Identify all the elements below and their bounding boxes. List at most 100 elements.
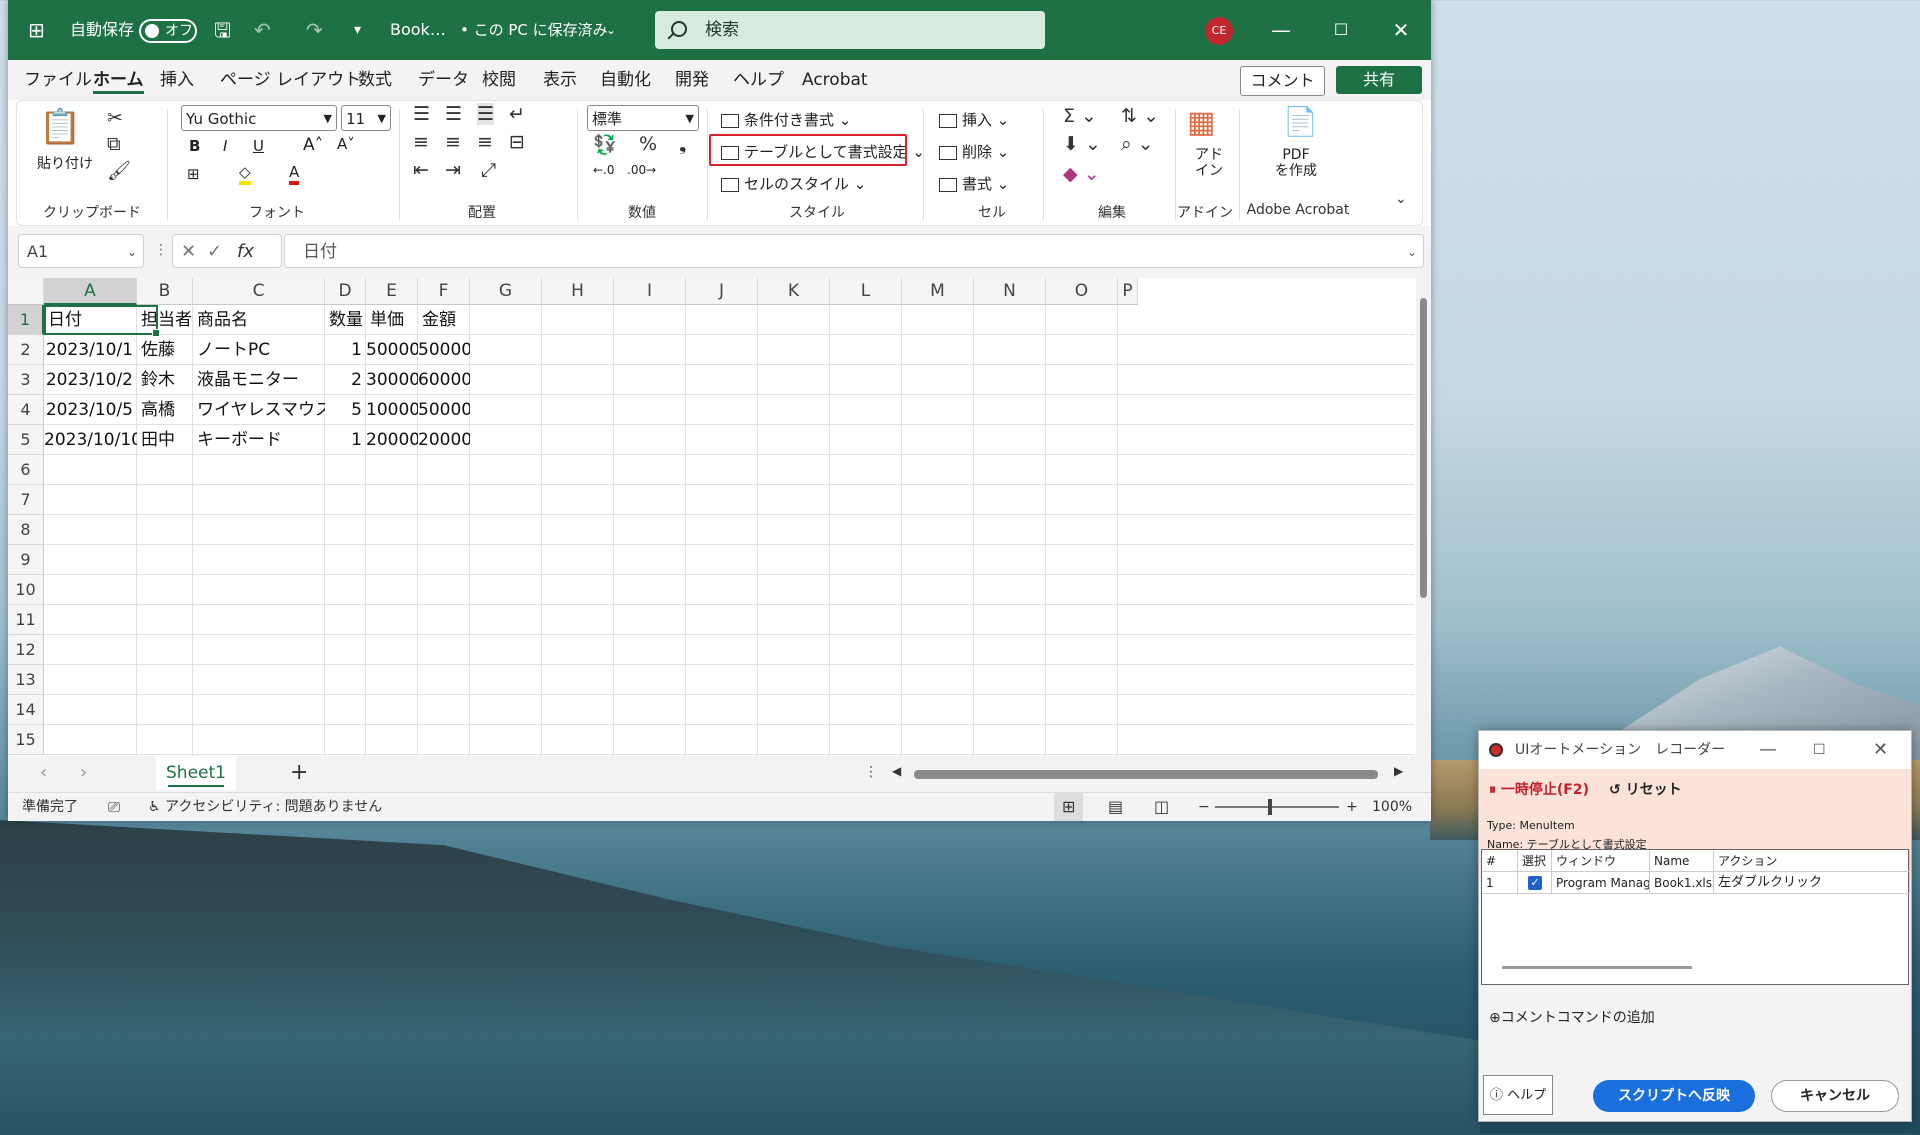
macro-record-icon[interactable]: ⎚ — [108, 793, 120, 821]
comma-icon[interactable]: ❟ — [679, 133, 686, 155]
decrease-font-icon[interactable]: A˅ — [337, 135, 355, 153]
scrollbar-thumb[interactable] — [1420, 298, 1427, 598]
increase-decimal-icon[interactable]: ←.0 — [593, 163, 615, 177]
save-icon[interactable]: 🖫 — [214, 0, 231, 60]
add-sheet-button[interactable]: + — [290, 760, 308, 785]
cell-styles-button[interactable]: セルのスタイル ⌄ — [721, 173, 866, 194]
row-header[interactable]: 14 — [8, 695, 44, 725]
pause-button[interactable]: ⏸ 一時停止(F2) — [1489, 779, 1589, 799]
align-right-icon[interactable]: ≡ — [477, 131, 493, 153]
zoom-slider-thumb[interactable] — [1268, 799, 1272, 815]
delete-cells-button[interactable]: 削除 ⌄ — [939, 141, 1009, 162]
minimize-button[interactable]: — — [1759, 731, 1777, 769]
tab-developer[interactable]: 開発 — [675, 60, 709, 100]
fill-icon[interactable]: ⬇ ⌄ — [1063, 133, 1101, 155]
table-cell[interactable]: 高橋 — [137, 395, 193, 425]
chevron-down-icon[interactable]: ⌄ — [606, 0, 616, 60]
number-format-select[interactable]: 標準 ▼ — [587, 105, 699, 131]
header-cell[interactable]: 金額 — [418, 305, 470, 335]
table-cell[interactable]: 2023/10/5 — [44, 395, 137, 425]
copy-icon[interactable]: ⧉ — [107, 133, 121, 155]
table-cell[interactable]: 2023/10/1 — [44, 335, 137, 365]
customize-toolbar-icon[interactable]: ▾ — [354, 0, 361, 60]
addins-label[interactable]: アド イン — [1195, 147, 1223, 179]
row-header[interactable]: 8 — [8, 515, 44, 545]
pdf-icon[interactable]: 📄 — [1283, 105, 1318, 138]
column-header[interactable]: K — [758, 278, 830, 305]
wrap-text-icon[interactable]: ↵ — [509, 103, 525, 125]
row-header[interactable]: 11 — [8, 605, 44, 635]
header-cell[interactable]: 数量 — [325, 305, 366, 335]
tab-file[interactable]: ファイル — [24, 60, 92, 100]
borders-icon[interactable]: ⊞ — [187, 165, 200, 183]
column-header[interactable]: C — [193, 278, 325, 305]
align-left-icon[interactable]: ≡ — [413, 131, 429, 153]
table-cell[interactable]: 20000 — [366, 425, 418, 455]
format-cells-button[interactable]: 書式 ⌄ — [939, 173, 1009, 194]
table-cell[interactable]: キーボード — [193, 425, 325, 455]
column-header[interactable]: L — [830, 278, 902, 305]
undo-icon[interactable]: ↶ — [254, 0, 271, 60]
more-options-icon[interactable]: ⋮ — [864, 764, 878, 780]
zoom-level[interactable]: 100% — [1372, 793, 1412, 821]
help-button[interactable]: ⓘ ヘルプ — [1483, 1075, 1553, 1115]
save-status[interactable]: • この PC に保存済み — [460, 0, 608, 60]
font-size-select[interactable]: 11 ▼ — [341, 105, 391, 131]
format-painter-icon[interactable]: 🖌 — [107, 159, 131, 182]
cut-icon[interactable]: ✂ — [107, 107, 123, 129]
autosum-icon[interactable]: Σ ⌄ — [1063, 105, 1097, 127]
cancel-icon[interactable]: ✕ — [181, 235, 196, 269]
table-cell[interactable]: 液晶モニター — [193, 365, 325, 395]
header-cell[interactable]: 単価 — [366, 305, 418, 335]
row-header[interactable]: 10 — [8, 575, 44, 605]
table-scrollbar[interactable] — [1502, 966, 1692, 969]
table-cell[interactable]: Book1.xlsx — [1650, 872, 1714, 894]
tab-help[interactable]: ヘルプ — [733, 60, 784, 100]
merge-center-icon[interactable]: ⊟ — [509, 131, 525, 153]
zoom-slider[interactable] — [1215, 806, 1339, 808]
select-all-corner[interactable] — [8, 278, 44, 305]
zoom-out-button[interactable]: − — [1198, 793, 1210, 821]
column-header[interactable]: I — [614, 278, 686, 305]
table-cell[interactable]: ノートPC — [193, 335, 325, 365]
sort-filter-icon[interactable]: ⇅ ⌄ — [1121, 105, 1159, 127]
avatar[interactable]: CE — [1205, 17, 1233, 45]
table-cell[interactable]: 5 — [325, 395, 366, 425]
row-header[interactable]: 3 — [8, 365, 44, 395]
chevron-right-icon[interactable]: › — [80, 762, 87, 783]
clear-icon[interactable]: ◆ ⌄ — [1063, 163, 1100, 185]
table-cell[interactable]: 50000 — [418, 395, 470, 425]
table-cell[interactable]: 30000 — [366, 365, 418, 395]
row-header[interactable]: 7 — [8, 485, 44, 515]
name-box[interactable]: A1 ⌄ — [18, 234, 144, 268]
row-header[interactable]: 5 — [8, 425, 44, 455]
table-cell[interactable]: 1 — [325, 425, 366, 455]
table-cell[interactable]: 鈴木 — [137, 365, 193, 395]
column-header[interactable]: P — [1118, 278, 1138, 305]
enter-icon[interactable]: ✓ — [207, 235, 222, 269]
column-header[interactable]: J — [686, 278, 758, 305]
paste-label[interactable]: 貼り付け — [37, 153, 93, 173]
currency-icon[interactable]: 💱 — [593, 133, 617, 156]
sheet-tab[interactable]: Sheet1 — [156, 756, 236, 790]
column-header[interactable]: O — [1046, 278, 1118, 305]
row-header[interactable]: 6 — [8, 455, 44, 485]
fx-icon[interactable]: fx — [237, 235, 254, 269]
percent-icon[interactable]: % — [639, 133, 657, 155]
addins-icon[interactable]: ▦ — [1187, 105, 1215, 140]
close-button[interactable]: ✕ — [1873, 731, 1888, 769]
cancel-button[interactable]: キャンセル — [1771, 1080, 1899, 1112]
scroll-right-icon[interactable]: ▶ — [1394, 764, 1403, 778]
add-comment-command-button[interactable]: ⊕コメントコマンドの追加 — [1489, 1007, 1655, 1027]
row-header[interactable]: 9 — [8, 545, 44, 575]
table-cell[interactable]: ワイヤレスマウス — [193, 395, 325, 425]
page-layout-view-icon[interactable]: ▤ — [1108, 793, 1123, 821]
row-header[interactable]: 1 — [8, 305, 44, 335]
column-header[interactable]: G — [470, 278, 542, 305]
column-header[interactable]: E — [366, 278, 418, 305]
table-cell[interactable]: 2 — [325, 365, 366, 395]
search-box[interactable]: 検索 — [655, 11, 1045, 49]
formula-input[interactable]: 日付 ⌄ — [284, 234, 1424, 268]
align-middle-icon[interactable]: ☰ — [445, 103, 462, 125]
underline-icon[interactable]: U — [253, 137, 264, 155]
